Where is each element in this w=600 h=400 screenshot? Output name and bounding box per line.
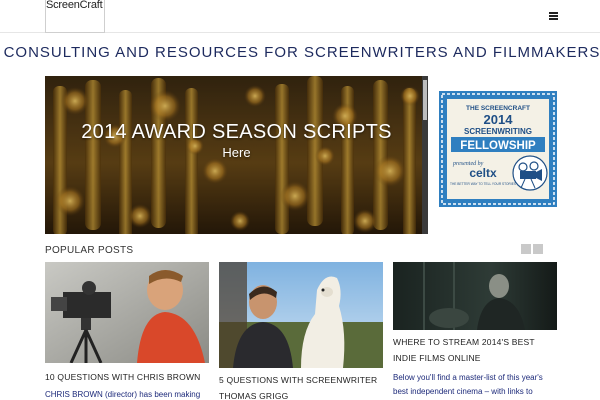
post-2-title[interactable]: 5 QUESTIONS WITH SCREENWRITER THOMAS GRI… (219, 372, 383, 400)
badge-line2: FELLOWSHIP (460, 140, 536, 152)
post-3-title[interactable]: WHERE TO STREAM 2014'S BEST INDIE FILMS … (393, 334, 557, 366)
logo-text: ScreenCraft (46, 0, 103, 11)
site-tagline: CONSULTING AND RESOURCES FOR SCREENWRITE… (3, 44, 600, 61)
post-3-thumbnail[interactable] (393, 262, 557, 330)
arrow-right-icon[interactable] (533, 244, 543, 254)
post-1-excerpt: CHRIS BROWN (director) has been making (45, 390, 201, 399)
hero-link[interactable]: Here (45, 145, 428, 160)
post-2-thumbnail[interactable] (219, 262, 383, 368)
hero-title: 2014 AWARD SEASON SCRIPTS (81, 121, 392, 143)
post-1-thumbnail[interactable] (45, 262, 209, 363)
site-logo[interactable]: ScreenCraft (45, 0, 105, 33)
hero-caption: 2014 AWARD SEASON SCRIPTS Here (45, 121, 428, 160)
badge-line1: SCREENWRITING (464, 127, 532, 136)
site-header: ScreenCraft (0, 0, 600, 33)
popular-posts-heading: POPULAR POSTS (45, 245, 134, 256)
post-3-excerpt: Below you'll find a master-list of this … (393, 373, 543, 396)
badge-sponsor: celtx (469, 166, 497, 180)
badge-sponsor-tagline: THE BETTER WAY TO TELL YOUR STORIES (450, 182, 516, 186)
arrow-left-icon[interactable] (521, 244, 531, 254)
badge-brand: THE SCREENCRAFT (466, 105, 530, 112)
film-camera-icon (512, 155, 548, 191)
fellowship-badge[interactable]: THE SCREENCRAFT 2014 SCREENWRITING FELLO… (439, 91, 557, 207)
post-1-title[interactable]: 10 QUESTIONS WITH CHRIS BROWN (45, 369, 209, 385)
badge-year: 2014 (484, 112, 514, 127)
hamburger-menu-icon[interactable] (549, 12, 558, 20)
hero-banner[interactable]: 2014 AWARD SEASON SCRIPTS Here (45, 76, 428, 234)
